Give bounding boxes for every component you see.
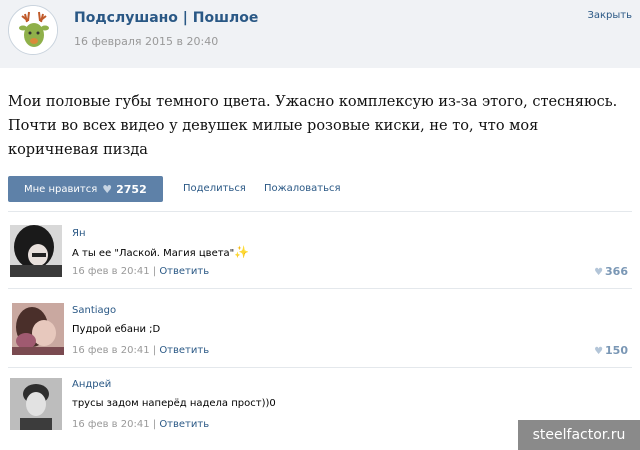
- divider: [8, 288, 632, 289]
- report-link[interactable]: Пожаловаться: [264, 183, 341, 194]
- comment-author[interactable]: Santiago: [72, 305, 116, 316]
- comment-meta: 16 фев в 20:41 | Ответить: [72, 266, 210, 277]
- divider: [8, 211, 632, 212]
- watermark: steelfactor.ru: [518, 420, 640, 450]
- reply-link[interactable]: Ответить: [159, 419, 209, 430]
- comment-author[interactable]: Андрей: [72, 379, 111, 390]
- comment-avatar[interactable]: [12, 303, 64, 355]
- like-count: 2752: [116, 182, 147, 196]
- avatar-photo-icon: [10, 225, 62, 277]
- divider: [8, 367, 632, 368]
- group-name[interactable]: Подслушано | Пошлое: [74, 10, 258, 26]
- comment-likes[interactable]: ♥ 150: [594, 344, 628, 357]
- heart-icon: ♥: [594, 346, 604, 357]
- post-header: Подслушано | Пошлое 16 февраля 2015 в 20…: [0, 0, 640, 68]
- close-link[interactable]: Закрыть: [587, 10, 632, 21]
- comment-text: А ты ее "Лаской. Магия цвета"✨: [72, 245, 249, 259]
- reply-link[interactable]: Ответить: [159, 345, 209, 356]
- comment-date[interactable]: 16 фев в 20:41: [72, 345, 150, 356]
- heart-icon: ♥: [102, 182, 113, 196]
- avatar-photo-icon: [12, 303, 64, 355]
- comment-text: Пудрой ебани ;D: [72, 324, 161, 335]
- like-button[interactable]: Мне нравится ♥ 2752: [8, 176, 163, 202]
- deer-icon: [9, 6, 57, 54]
- sparkle-icon: ✨: [234, 245, 250, 259]
- comment-likes[interactable]: ♥ 366: [594, 265, 628, 278]
- comment-date[interactable]: 16 фев в 20:41: [72, 266, 150, 277]
- group-avatar[interactable]: [8, 5, 58, 55]
- post-date[interactable]: 16 февраля 2015 в 20:40: [74, 35, 218, 48]
- comment-avatar[interactable]: [10, 378, 62, 430]
- post-text: Мои половые губы темного цвета. Ужасно к…: [8, 94, 618, 158]
- comment-text: трусы задом наперёд надела прост))0: [72, 398, 276, 409]
- comment-text-content: А ты ее "Лаской. Магия цвета": [72, 248, 235, 259]
- reply-link[interactable]: Ответить: [159, 266, 209, 277]
- heart-icon: ♥: [594, 267, 604, 278]
- comment-date[interactable]: 16 фев в 20:41: [72, 419, 150, 430]
- comment-meta: 16 фев в 20:41 | Ответить: [72, 345, 210, 356]
- comment-like-count: 150: [605, 344, 628, 357]
- comment-avatar[interactable]: [10, 225, 62, 277]
- like-label: Мне нравится: [24, 183, 98, 195]
- comment-meta: 16 фев в 20:41 | Ответить: [72, 419, 210, 430]
- share-link[interactable]: Поделиться: [183, 183, 246, 194]
- comment-like-count: 366: [605, 265, 628, 278]
- comment-author[interactable]: Ян: [72, 228, 86, 239]
- avatar-photo-icon: [10, 378, 62, 430]
